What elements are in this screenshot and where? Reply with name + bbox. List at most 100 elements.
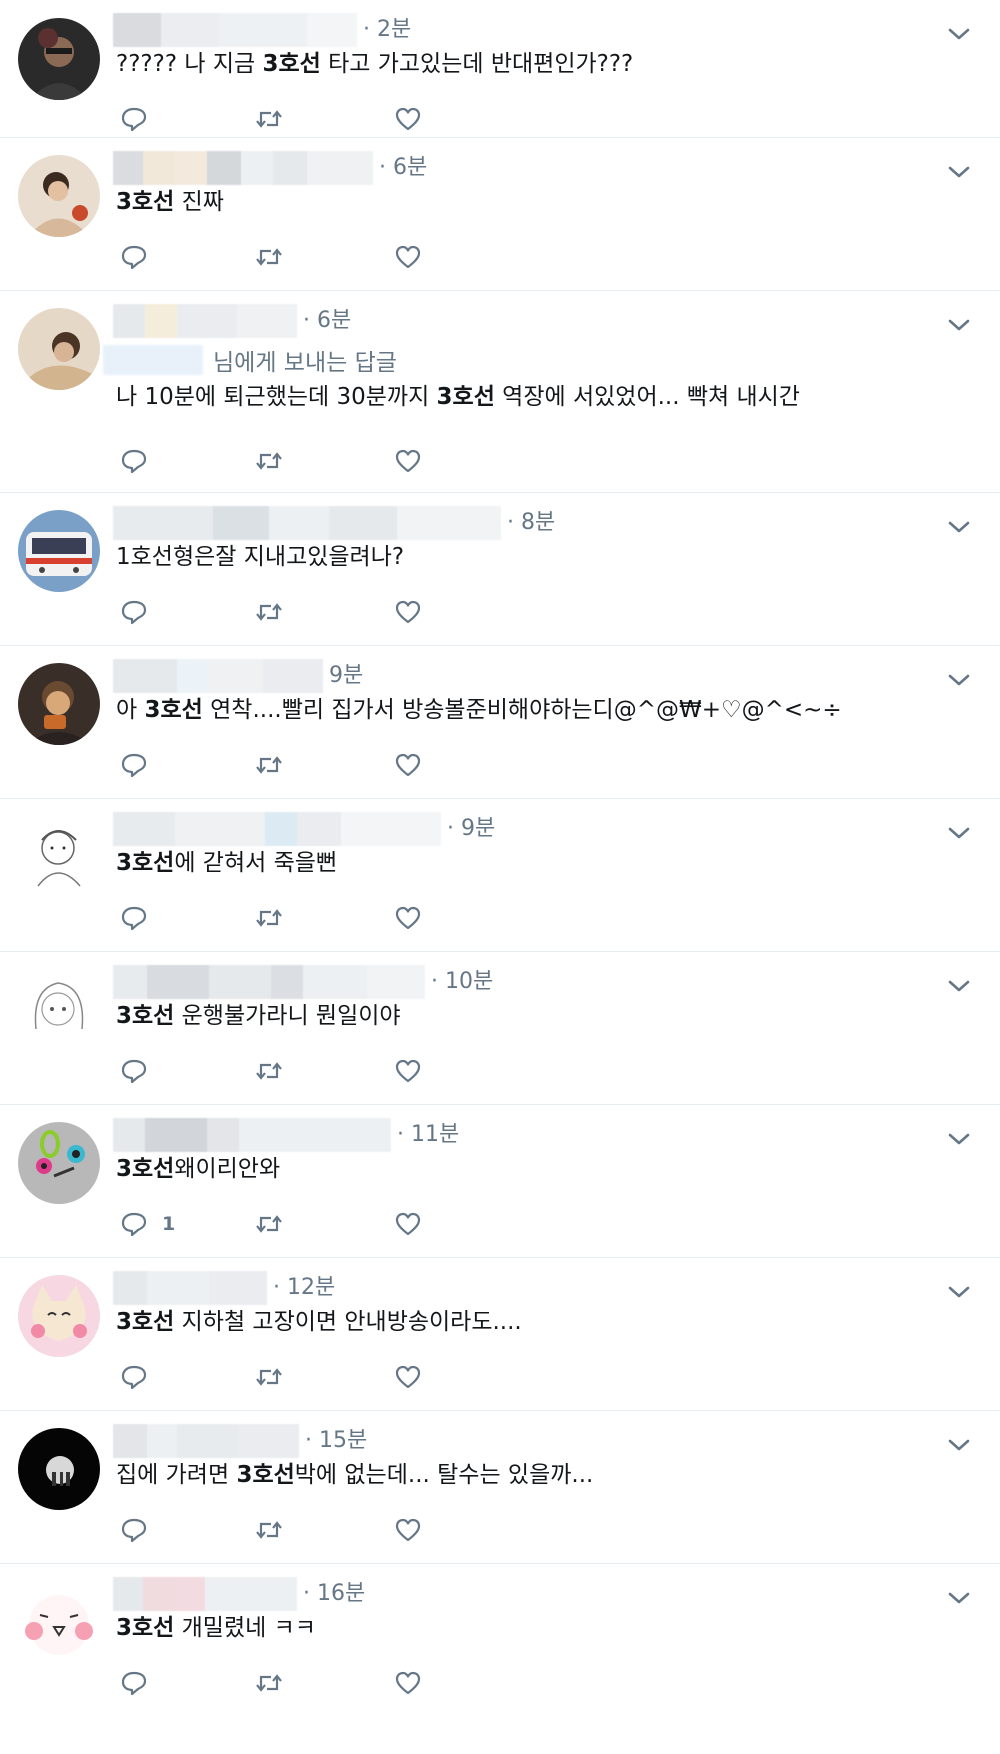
retweet-button[interactable]	[255, 597, 283, 627]
reply-icon	[120, 751, 148, 779]
like-button[interactable]	[394, 903, 422, 933]
tweet-item[interactable]: · 12분 3호선 지하철 고장이면 안내방송이라도....	[0, 1258, 1000, 1411]
chevron-down-icon[interactable]	[946, 823, 972, 843]
reply-button[interactable]	[120, 1668, 148, 1698]
highlighted-keyword: 3호선	[116, 850, 175, 876]
like-button[interactable]	[394, 1056, 422, 1086]
reply-button[interactable]	[120, 750, 148, 780]
retweet-button[interactable]	[255, 903, 283, 933]
tweet-text-fragment: 집에 가려면	[116, 1462, 237, 1488]
avatar[interactable]	[18, 18, 100, 100]
chevron-down-icon[interactable]	[946, 1129, 972, 1149]
retweet-button[interactable]	[255, 104, 283, 134]
like-button[interactable]	[394, 446, 422, 476]
chevron-down-icon[interactable]	[946, 1435, 972, 1455]
like-button[interactable]	[394, 104, 422, 134]
chevron-down-icon[interactable]	[946, 1282, 972, 1302]
highlighted-keyword: 3호선	[236, 1462, 295, 1488]
tweet-item[interactable]: · 10분 3호선 운행불가라니 뭔일이야	[0, 952, 1000, 1105]
tweet-item[interactable]: · 16분 3호선 개밀렸네 ㅋㅋ	[0, 1564, 1000, 1754]
chevron-down-icon[interactable]	[946, 1588, 972, 1608]
tweet-actions	[120, 242, 440, 272]
reply-button[interactable]	[120, 597, 148, 627]
reply-button[interactable]	[120, 104, 148, 134]
author-line: · 6분	[113, 151, 427, 185]
like-button[interactable]	[394, 1362, 422, 1392]
reply-button[interactable]	[120, 1515, 148, 1545]
avatar[interactable]	[18, 308, 100, 390]
like-icon	[394, 1669, 422, 1697]
reply-button[interactable]	[120, 903, 148, 933]
tweet-time: · 10분	[431, 969, 494, 994]
blurred-username	[113, 1577, 297, 1611]
blurred-username	[113, 506, 501, 540]
avatar[interactable]	[18, 1428, 100, 1510]
reply-button[interactable]	[120, 446, 148, 476]
tweet-item[interactable]: · 9분 3호선에 갇혀서 죽을뻔	[0, 799, 1000, 952]
tweet-actions	[120, 1668, 440, 1698]
reply-button[interactable]: 1	[120, 1209, 175, 1239]
chevron-down-icon[interactable]	[946, 315, 972, 335]
retweet-button[interactable]	[255, 1668, 283, 1698]
tweet-actions	[120, 1056, 440, 1086]
blurred-reply-target[interactable]	[103, 345, 203, 375]
author-line: · 9분	[113, 812, 495, 846]
tweet-text-fragment: 운행불가라니 뭔일이야	[174, 1003, 401, 1029]
highlighted-keyword: 3호선	[436, 384, 495, 410]
avatar[interactable]	[18, 969, 100, 1051]
like-button[interactable]	[394, 1668, 422, 1698]
retweet-button[interactable]	[255, 242, 283, 272]
tweet-text-fragment: 박에 없는데... 탈수는 있을까...	[294, 1462, 594, 1488]
like-icon	[394, 598, 422, 626]
tweet-item[interactable]: 9분 아 3호선 연착....빨리 집가서 방송볼준비해야하는디@^@₩+♡@^…	[0, 646, 1000, 799]
chevron-down-icon[interactable]	[946, 162, 972, 182]
tweet-item[interactable]: · 2분 ????? 나 지금 3호선 타고 가고있는데 반대편인가???	[0, 0, 1000, 138]
tweet-text: 아 3호선 연착....빨리 집가서 방송볼준비해야하는디@^@₩+♡@^<~÷	[116, 692, 842, 728]
chevron-down-icon[interactable]	[946, 670, 972, 690]
retweet-icon	[255, 1210, 283, 1238]
retweet-button[interactable]	[255, 1362, 283, 1392]
like-button[interactable]	[394, 242, 422, 272]
avatar[interactable]	[18, 663, 100, 745]
like-button[interactable]	[394, 597, 422, 627]
highlighted-keyword: 3호선	[116, 1003, 175, 1029]
reply-button[interactable]	[120, 242, 148, 272]
chevron-down-icon[interactable]	[946, 24, 972, 44]
like-button[interactable]	[394, 750, 422, 780]
highlighted-keyword: 3호선	[262, 51, 321, 77]
tweet-text-fragment: 아	[116, 697, 145, 723]
tweet-text-fragment: 연착....빨리 집가서 방송볼준비해야하는디@^@₩+♡@^<~÷	[202, 697, 842, 723]
tweet-item[interactable]: · 15분 집에 가려면 3호선박에 없는데... 탈수는 있을까...	[0, 1411, 1000, 1564]
retweet-button[interactable]	[255, 1515, 283, 1545]
tweet-text-fragment: 1호선형은잘 지내고있을려나?	[116, 544, 405, 570]
author-line: · 8분	[113, 506, 555, 540]
chevron-down-icon[interactable]	[946, 517, 972, 537]
retweet-icon	[255, 1516, 283, 1544]
tweet-item[interactable]: · 8분 1호선형은잘 지내고있을려나?	[0, 493, 1000, 646]
retweet-button[interactable]	[255, 1056, 283, 1086]
highlighted-keyword: 3호선	[116, 1615, 175, 1641]
retweet-button[interactable]	[255, 1209, 283, 1239]
avatar[interactable]	[18, 1581, 100, 1663]
tweet-text-fragment: 나 10분에 퇴근했는데 30분까지	[116, 384, 437, 410]
avatar[interactable]	[18, 816, 100, 898]
reply-button[interactable]	[120, 1362, 148, 1392]
retweet-icon	[255, 1363, 283, 1391]
avatar[interactable]	[18, 1275, 100, 1357]
reply-icon	[120, 598, 148, 626]
like-button[interactable]	[394, 1515, 422, 1545]
retweet-button[interactable]	[255, 446, 283, 476]
chevron-down-icon[interactable]	[946, 976, 972, 996]
avatar[interactable]	[18, 155, 100, 237]
retweet-button[interactable]	[255, 750, 283, 780]
tweet-time: · 6분	[379, 155, 428, 180]
tweet-item[interactable]: · 6분 3호선 진짜	[0, 138, 1000, 291]
like-button[interactable]	[394, 1209, 422, 1239]
avatar[interactable]	[18, 1122, 100, 1204]
tweet-item[interactable]: · 11분 3호선왜이리안와 1	[0, 1105, 1000, 1258]
tweet-text-fragment: 타고 가고있는데 반대편인가???	[320, 51, 634, 77]
highlighted-keyword: 3호선	[116, 1156, 175, 1182]
reply-button[interactable]	[120, 1056, 148, 1086]
tweet-item[interactable]: · 6분 님에게 보내는 답글 나 10분에 퇴근했는데 30분까지 3호선 역…	[0, 291, 1000, 493]
avatar[interactable]	[18, 510, 100, 592]
